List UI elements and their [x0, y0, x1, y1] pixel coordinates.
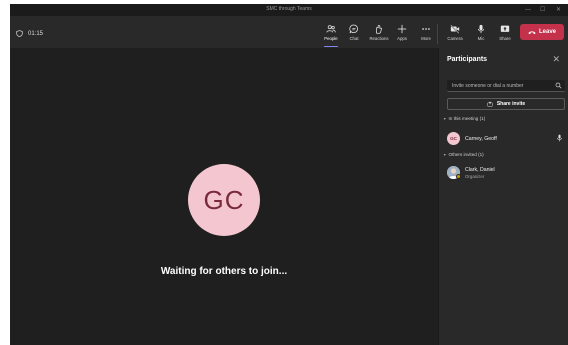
apps-label: Apps [397, 36, 407, 41]
chat-label: Chat [349, 36, 359, 41]
close-panel-button[interactable]: ✕ [552, 54, 560, 64]
shield-icon [16, 30, 23, 37]
participant-name: Clark, Daniel [465, 167, 495, 173]
mic-button[interactable]: Mic [470, 24, 492, 46]
teams-meeting-window: SMC through Teams — ☐ ✕ 01:15 People Cha… [10, 4, 568, 345]
mic-label: Mic [477, 36, 485, 41]
participants-panel: Participants ✕ Share invite ▼ In this me… [438, 48, 568, 345]
invite-input[interactable] [447, 80, 551, 91]
active-tab-indicator [324, 45, 338, 47]
chat-icon [349, 24, 358, 34]
participant-role: Organizer [465, 174, 485, 179]
window-title: SMC through Teams [266, 6, 312, 12]
share-label: Share [499, 36, 511, 41]
people-button[interactable]: People [320, 24, 342, 47]
people-icon [326, 25, 336, 33]
participant-name: Carney, Geoff [465, 136, 497, 142]
mic-icon [557, 134, 562, 142]
search-icon[interactable] [555, 82, 562, 89]
leave-button[interactable]: Leave [520, 24, 564, 40]
presence-status-icon [456, 174, 461, 179]
share-invite-icon [487, 101, 493, 107]
participant-row[interactable]: GC Carney, Geoff [447, 130, 565, 148]
panel-title: Participants [447, 56, 488, 63]
meeting-toolbar: 01:15 People Chat Reactions Apps More Ca… [10, 16, 568, 48]
reactions-icon [376, 25, 382, 34]
meeting-timer: 01:15 [16, 30, 43, 37]
maximize-button[interactable]: ☐ [540, 5, 545, 15]
more-label: More [421, 36, 431, 41]
invite-search-field [447, 80, 565, 92]
people-label: People [324, 36, 338, 41]
share-screen-icon [500, 25, 510, 32]
chevron-down-icon: ▼ [443, 116, 447, 121]
toolbar-divider [437, 24, 438, 44]
in-meeting-section-header[interactable]: ▼ In this meeting (1) [443, 116, 485, 121]
more-icon [422, 28, 430, 30]
share-invite-label: Share invite [496, 101, 526, 107]
more-button[interactable]: More [415, 24, 437, 46]
apps-button[interactable]: Apps [391, 24, 413, 46]
plus-icon [397, 24, 407, 34]
mic-icon [477, 24, 485, 34]
hang-up-icon [528, 30, 536, 34]
participant-avatar: GC [447, 132, 460, 145]
close-window-button[interactable]: ✕ [556, 5, 561, 15]
others-header-text: Others invited (1) [448, 152, 484, 157]
in-meeting-header-text: In this meeting (1) [448, 116, 486, 121]
participant-row[interactable]: Clark, Daniel Organizer [447, 164, 565, 182]
reactions-label: Reactions [369, 36, 389, 41]
others-invited-section-header[interactable]: ▼ Others invited (1) [443, 152, 484, 157]
title-bar: SMC through Teams — ☐ ✕ [10, 4, 568, 16]
camera-off-icon [450, 24, 460, 34]
camera-button[interactable]: Camera [444, 24, 466, 46]
meeting-stage: GC Waiting for others to join... [10, 48, 438, 345]
self-avatar: GC [188, 164, 260, 236]
reactions-button[interactable]: Reactions [368, 24, 390, 46]
chevron-down-icon: ▼ [443, 152, 447, 157]
timer-text: 01:15 [28, 30, 44, 37]
camera-label: Camera [447, 36, 463, 41]
leave-label: Leave [538, 29, 556, 35]
share-invite-button[interactable]: Share invite [447, 98, 565, 110]
waiting-message: Waiting for others to join... [160, 266, 288, 277]
chat-button[interactable]: Chat [343, 24, 365, 46]
minimize-button[interactable]: — [525, 5, 531, 15]
share-button[interactable]: Share [494, 24, 516, 46]
